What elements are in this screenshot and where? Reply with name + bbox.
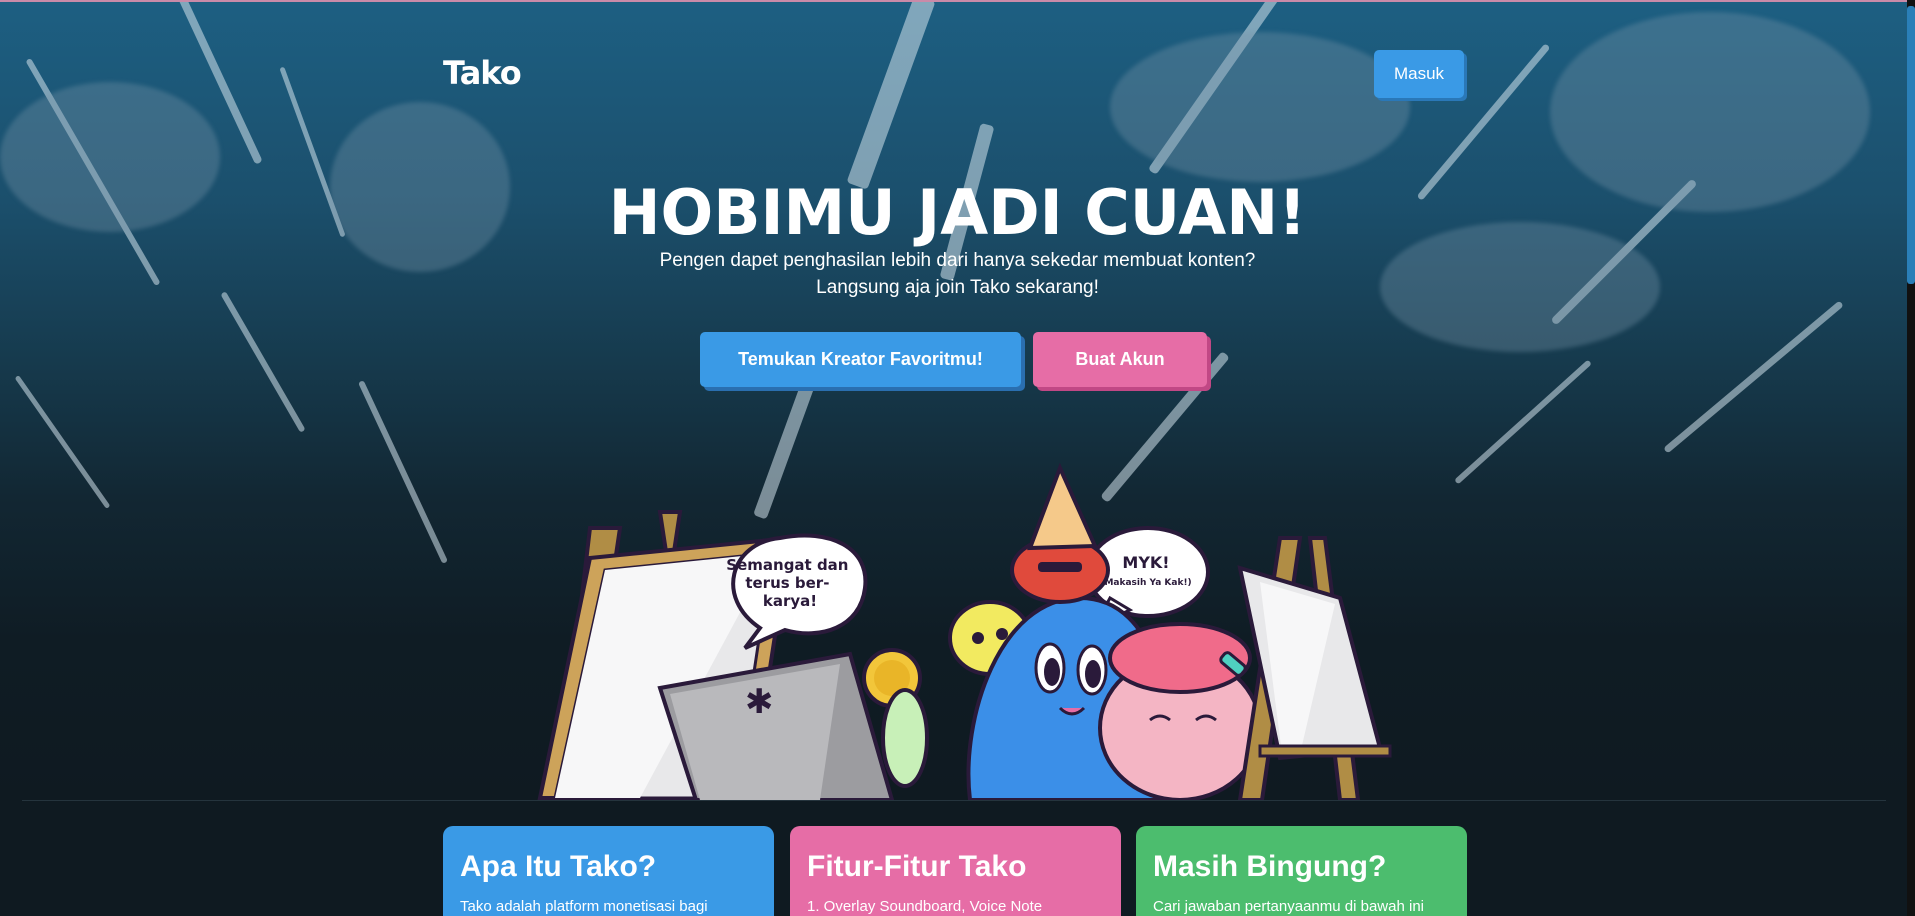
card-text: Tako adalah platform monetisasi bagi [460, 898, 708, 915]
hero-subtitle-line2: Langsung aja join Tako sekarang! [816, 277, 1099, 298]
bubble-right-subtext: (Makasih Ya Kak!) [1100, 578, 1191, 588]
card-title: Fitur-Fitur Tako [807, 850, 1027, 883]
bubble-right-text: MYK! [1122, 553, 1169, 572]
speed-line [1454, 359, 1592, 485]
leaf-shape [881, 688, 929, 788]
red-character-hat [1010, 462, 1110, 604]
info-card-about[interactable]: Apa Itu Tako? Tako adalah platform monet… [443, 826, 774, 916]
info-card-features[interactable]: Fitur-Fitur Tako 1. Overlay Soundboard, … [790, 826, 1121, 916]
octopus-icon: ✱ [745, 682, 774, 722]
speed-line [14, 375, 111, 509]
section-divider [22, 800, 1886, 801]
cloud-shape [1110, 32, 1410, 182]
info-card-faq[interactable]: Masih Bingung? Cari jawaban pertanyaanmu… [1136, 826, 1467, 916]
card-text: Cari jawaban pertanyaanmu di bawah ini [1153, 898, 1424, 915]
login-button[interactable]: Masuk [1374, 50, 1464, 98]
speed-line [1663, 300, 1844, 454]
pink-character [1098, 622, 1262, 800]
hero-section: ✱ Semangat dan terus ber- karya! MYK! (M… [0, 2, 1915, 800]
hero-subtitle-line1: Pengen dapet penghasilan lebih dari hany… [659, 250, 1256, 271]
speed-line [358, 380, 448, 564]
logo[interactable]: Tako [443, 54, 522, 92]
card-text: 1. Overlay Soundboard, Voice Note [807, 898, 1043, 915]
hero-headline: HOBIMU JADI CUAN! [608, 176, 1307, 249]
hero-subtitle: Pengen dapet penghasilan lebih dari hany… [0, 247, 1915, 301]
scrollbar-thumb[interactable] [1907, 6, 1915, 284]
page-scrollbar[interactable] [1907, 0, 1915, 916]
hero-illustration: ✱ Semangat dan terus ber- karya! MYK! (M… [537, 462, 1392, 800]
speed-line [846, 2, 936, 190]
create-account-button[interactable]: Buat Akun [1033, 332, 1207, 387]
right-easel [1237, 536, 1392, 800]
card-title: Apa Itu Tako? [460, 850, 657, 883]
find-creator-button[interactable]: Temukan Kreator Favoritmu! [700, 332, 1021, 387]
card-title: Masih Bingung? [1153, 850, 1387, 883]
speed-line [220, 291, 306, 433]
